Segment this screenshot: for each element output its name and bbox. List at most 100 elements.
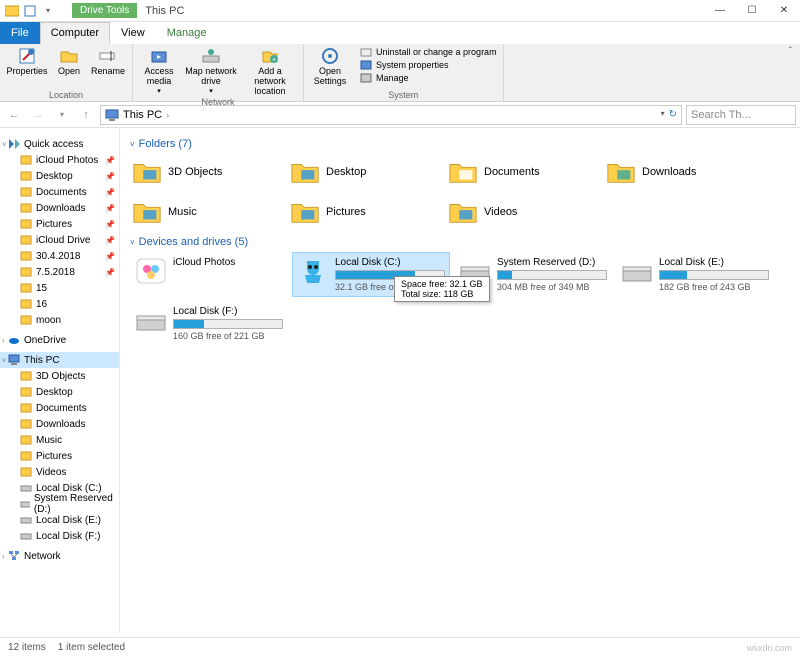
up-button[interactable]: ↑ <box>76 105 96 125</box>
sidebar-item-local-disk-e-[interactable]: Local Disk (E:) <box>0 512 119 528</box>
sidebar-onedrive[interactable]: › OneDrive <box>0 332 119 348</box>
sidebar-item-15[interactable]: 15 <box>0 280 119 296</box>
drives-section-header[interactable]: ˅ Devices and drives (5) <box>130 236 790 248</box>
sidebar-item-16[interactable]: 16 <box>0 296 119 312</box>
minimize-button[interactable]: — <box>704 0 736 22</box>
pc-icon <box>105 108 119 122</box>
drive-local-disk-e-[interactable]: Local Disk (E:)182 GB free of 243 GB <box>616 252 774 297</box>
history-dropdown-icon[interactable]: ▾ <box>661 109 665 120</box>
open-button[interactable]: Open <box>54 46 84 90</box>
context-tab-label: Drive Tools <box>72 3 137 18</box>
pin-icon: 📌 <box>105 204 115 213</box>
navigation-pane[interactable]: ˅ Quick access iCloud Photos📌Desktop📌Doc… <box>0 128 120 633</box>
chevron-down-icon[interactable]: ˅ <box>130 140 135 149</box>
crumb-sep-icon[interactable]: › <box>166 110 169 120</box>
sidebar-network[interactable]: › Network <box>0 548 119 564</box>
folder-documents[interactable]: Documents <box>446 154 596 190</box>
folder-desktop[interactable]: Desktop <box>288 154 438 190</box>
refresh-icon[interactable]: ↻ <box>669 109 677 120</box>
folder-videos[interactable]: Videos <box>446 194 596 230</box>
sidebar-item-7-5-2018[interactable]: 7.5.2018📌 <box>0 264 119 280</box>
sidebar-item-moon[interactable]: moon <box>0 312 119 328</box>
breadcrumb[interactable]: This PC <box>123 109 162 121</box>
sidebar-item-3d-objects[interactable]: 3D Objects <box>0 368 119 384</box>
window-title: This PC <box>145 5 184 17</box>
chevron-down-icon[interactable]: ˅ <box>2 140 7 149</box>
chevron-right-icon[interactable]: › <box>2 552 5 561</box>
rename-button[interactable]: Rename <box>90 46 126 90</box>
tab-computer[interactable]: Computer <box>40 22 110 44</box>
sidebar-item-30-4-2018[interactable]: 30.4.2018📌 <box>0 248 119 264</box>
sidebar-quick-access[interactable]: ˅ Quick access <box>0 136 119 152</box>
status-bar: 12 items 1 item selected <box>0 637 800 657</box>
status-item-count: 12 items <box>8 642 46 653</box>
window-controls: — ☐ ✕ <box>704 0 800 22</box>
sidebar-item-downloads[interactable]: Downloads📌 <box>0 200 119 216</box>
forward-button[interactable]: → <box>28 105 48 125</box>
sidebar-item-desktop[interactable]: Desktop <box>0 384 119 400</box>
pin-icon: 📌 <box>105 236 115 245</box>
ribbon-group-system: Open Settings Uninstall or change a prog… <box>304 44 504 101</box>
capacity-bar <box>497 270 607 280</box>
recent-dropdown[interactable]: ▾ <box>52 105 72 125</box>
folder-downloads[interactable]: Downloads <box>604 154 754 190</box>
sidebar-item-pictures[interactable]: Pictures📌 <box>0 216 119 232</box>
sidebar-item-icloud-photos[interactable]: iCloud Photos📌 <box>0 152 119 168</box>
titlebar: ▾ Drive Tools This PC — ☐ ✕ <box>0 0 800 22</box>
sidebar-item-music[interactable]: Music <box>0 432 119 448</box>
pin-icon: 📌 <box>105 156 115 165</box>
ribbon-tabs: File Computer View Manage <box>0 22 800 44</box>
address-bar-row: ← → ▾ ↑ This PC › ▾ ↻ Search Th... <box>0 102 800 128</box>
pin-icon: 📌 <box>105 252 115 261</box>
ribbon: Properties Open Rename Location Access m… <box>0 44 800 102</box>
chevron-right-icon[interactable]: › <box>2 336 5 345</box>
folder-3d-objects[interactable]: 3D Objects <box>130 154 280 190</box>
sidebar-item-videos[interactable]: Videos <box>0 464 119 480</box>
search-input[interactable]: Search Th... <box>686 105 796 125</box>
sidebar-item-system-reserved-d-[interactable]: System Reserved (D:) <box>0 496 119 512</box>
tab-manage[interactable]: Manage <box>156 22 218 44</box>
map-network-drive-button[interactable]: Map network drive ▾ <box>185 46 237 97</box>
sidebar-item-downloads[interactable]: Downloads <box>0 416 119 432</box>
ribbon-group-location: Properties Open Rename Location <box>0 44 133 101</box>
system-properties-button[interactable]: System properties <box>360 59 497 71</box>
explorer-icon <box>4 3 20 19</box>
sidebar-item-pictures[interactable]: Pictures <box>0 448 119 464</box>
sidebar-item-documents[interactable]: Documents <box>0 400 119 416</box>
content-pane[interactable]: ˅ Folders (7) 3D ObjectsDesktopDocuments… <box>120 128 800 633</box>
capacity-bar <box>173 319 283 329</box>
tab-file[interactable]: File <box>0 22 40 44</box>
pin-icon: 📌 <box>105 172 115 181</box>
folder-pictures[interactable]: Pictures <box>288 194 438 230</box>
qat-dropdown-icon[interactable]: ▾ <box>40 3 56 19</box>
chevron-down-icon[interactable]: ˅ <box>130 238 135 247</box>
ribbon-group-network: Access media ▾ Map network drive ▾ + Add… <box>133 44 304 101</box>
uninstall-button[interactable]: Uninstall or change a program <box>360 46 497 58</box>
back-button[interactable]: ← <box>4 105 24 125</box>
sidebar-item-desktop[interactable]: Desktop📌 <box>0 168 119 184</box>
chevron-down-icon[interactable]: ˅ <box>2 356 7 365</box>
sidebar-item-icloud-drive[interactable]: iCloud Drive📌 <box>0 232 119 248</box>
address-bar[interactable]: This PC › ▾ ↻ <box>100 105 682 125</box>
properties-qat-icon[interactable] <box>22 3 38 19</box>
folders-section-header[interactable]: ˅ Folders (7) <box>130 138 790 150</box>
pin-icon: 📌 <box>105 268 115 277</box>
sidebar-this-pc[interactable]: ˅ This PC <box>0 352 119 368</box>
ribbon-collapse-icon[interactable]: ˆ <box>781 44 800 101</box>
drive-local-disk-f-[interactable]: Local Disk (F:)160 GB free of 221 GB <box>130 301 288 346</box>
pin-icon: 📌 <box>105 188 115 197</box>
open-settings-button[interactable]: Open Settings <box>310 46 350 87</box>
svg-text:+: + <box>272 57 276 64</box>
properties-button[interactable]: Properties <box>6 46 48 90</box>
manage-button[interactable]: Manage <box>360 72 497 84</box>
access-media-button[interactable]: Access media ▾ <box>139 46 179 97</box>
drive-icloud-photos[interactable]: iCloud Photos <box>130 252 288 297</box>
close-button[interactable]: ✕ <box>768 0 800 22</box>
sidebar-item-documents[interactable]: Documents📌 <box>0 184 119 200</box>
sidebar-item-local-disk-f-[interactable]: Local Disk (F:) <box>0 528 119 544</box>
pin-icon: 📌 <box>105 220 115 229</box>
tab-view[interactable]: View <box>110 22 156 44</box>
maximize-button[interactable]: ☐ <box>736 0 768 22</box>
add-network-location-button[interactable]: + Add a network location <box>243 46 297 97</box>
folder-music[interactable]: Music <box>130 194 280 230</box>
